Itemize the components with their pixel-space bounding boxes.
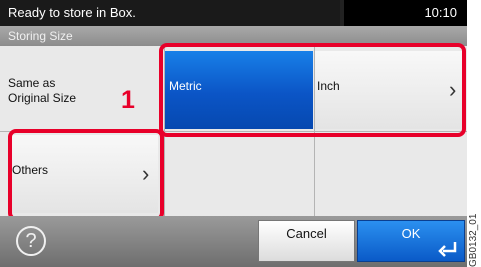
chevron-right-icon: › (142, 161, 150, 186)
status-time: 10:10 (344, 0, 467, 26)
inch-button[interactable]: Inch › (315, 51, 465, 129)
others-button[interactable]: Others › (8, 135, 158, 213)
screen-title: Storing Size (0, 26, 467, 46)
size-row-label-text: Same as Original Size (8, 76, 77, 105)
ok-button[interactable]: OK (357, 220, 465, 262)
metric-button[interactable]: Metric (165, 51, 313, 129)
status-bar: Ready to store in Box. 10:10 (0, 0, 467, 26)
grid-divider (0, 131, 467, 132)
help-button[interactable]: ? (16, 226, 46, 256)
figure-code: GB0132_01 (468, 213, 479, 267)
cancel-button[interactable]: Cancel (258, 220, 355, 262)
cancel-button-label: Cancel (286, 226, 327, 241)
size-row-label: Same as Original Size (8, 76, 88, 106)
status-message: Ready to store in Box. (0, 0, 340, 26)
metric-button-label: Metric (169, 79, 202, 93)
ok-button-label: OK (401, 226, 421, 241)
panel-screen: Ready to store in Box. 10:10 Storing Siz… (0, 0, 467, 267)
chevron-right-icon: › (449, 77, 457, 102)
step-callout: 1 (121, 86, 135, 114)
inch-button-label: Inch (317, 79, 340, 93)
others-button-label: Others (12, 163, 49, 177)
enter-icon (438, 242, 457, 257)
